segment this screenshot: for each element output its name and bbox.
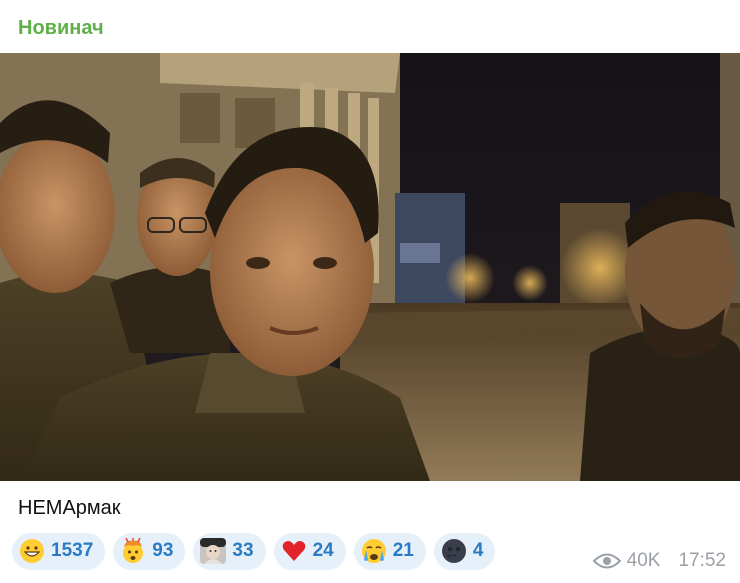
reaction-grinning[interactable]: 1537 xyxy=(12,532,106,570)
reaction-crying[interactable]: 21 xyxy=(353,532,426,570)
channel-post: Новинач НЕМАрмак 1537 93 33 24 21 4 40K … xyxy=(0,0,740,583)
reaction-heart[interactable]: 24 xyxy=(273,532,346,570)
grinning-face-icon xyxy=(20,539,44,563)
post-caption: НЕМАрмак xyxy=(18,497,121,519)
post-time: 17:52 xyxy=(678,550,726,571)
crying-face-icon xyxy=(361,539,386,563)
new-moon-face-icon xyxy=(441,539,466,563)
red-heart-icon xyxy=(282,541,305,561)
reaction-count: 33 xyxy=(232,540,254,561)
reaction-exploding-head[interactable]: 93 xyxy=(113,532,186,570)
channel-name[interactable]: Новинач xyxy=(18,16,104,40)
reaction-new-moon[interactable]: 4 xyxy=(433,532,496,570)
reaction-count: 1537 xyxy=(51,540,94,561)
reaction-count: 21 xyxy=(392,540,414,561)
eye-icon xyxy=(592,553,621,569)
reaction-custom-avatar[interactable]: 33 xyxy=(193,532,266,570)
post-photo[interactable] xyxy=(0,53,740,481)
custom-avatar-icon xyxy=(200,538,227,564)
views-count: 40K xyxy=(626,550,661,571)
reaction-count: 93 xyxy=(152,540,174,561)
reaction-count: 24 xyxy=(312,540,334,561)
post-meta: 40K 17:52 xyxy=(592,550,726,572)
exploding-head-icon xyxy=(123,538,144,563)
reactions-bar: 1537 93 33 24 21 4 xyxy=(12,532,496,570)
reaction-count: 4 xyxy=(472,540,484,561)
